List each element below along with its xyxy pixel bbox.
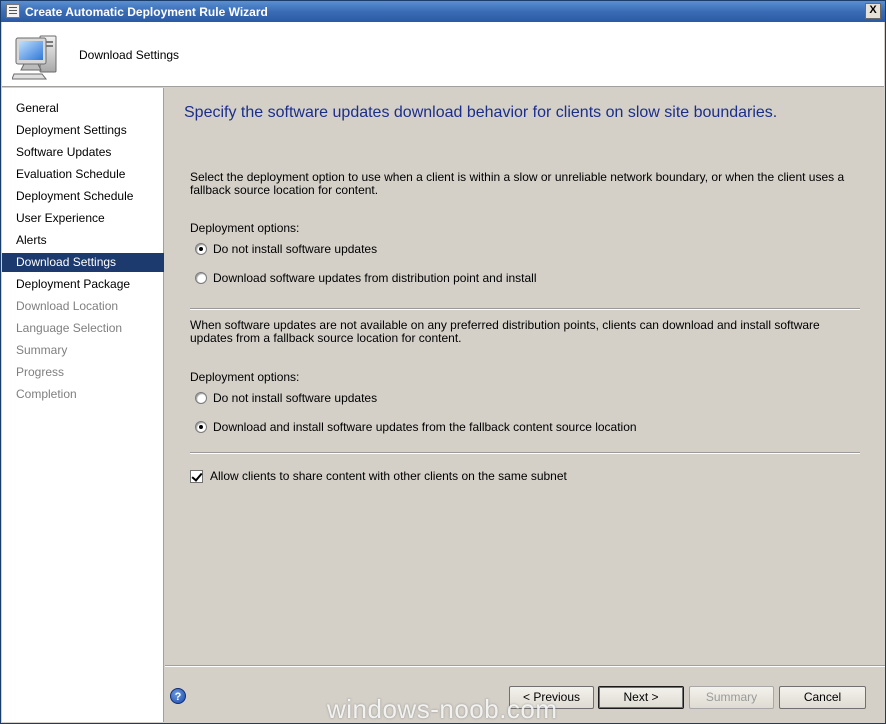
- wizard-window: Create Automatic Deployment Rule Wizard …: [0, 0, 886, 724]
- deployment-options-label-2: Deployment options:: [190, 370, 300, 384]
- slow-boundary-description: Select the deployment option to use when…: [190, 170, 845, 197]
- section-divider: [190, 308, 860, 310]
- radio-button[interactable]: [195, 272, 207, 284]
- wizard-content: Specify the software updates download be…: [165, 88, 885, 666]
- step-summary: Summary: [16, 343, 68, 357]
- radio-label: Do not install software updates: [213, 242, 378, 256]
- step-progress: Progress: [16, 365, 65, 379]
- computer-icon: [12, 35, 57, 80]
- step-software-updates[interactable]: Software Updates: [2, 143, 164, 162]
- radio-label: Download and install software updates fr…: [213, 420, 637, 434]
- cancel-button[interactable]: Cancel: [779, 686, 866, 709]
- page-header-title: Download Settings: [79, 48, 180, 62]
- next-button[interactable]: Next >: [598, 686, 684, 709]
- step-deployment-package[interactable]: Deployment Package: [2, 275, 164, 294]
- title-bar[interactable]: Create Automatic Deployment Rule Wizard …: [1, 1, 885, 22]
- wizard-app-icon: [6, 4, 20, 18]
- summary-button: Summary: [689, 686, 774, 709]
- wizard-step-list: General Deployment Settings Software Upd…: [2, 88, 164, 722]
- fallback-description: When software updates are not available …: [190, 318, 820, 345]
- radio-button[interactable]: [195, 392, 207, 404]
- share-content-checkbox[interactable]: [190, 470, 203, 483]
- radio-label: Download software updates from distribut…: [213, 271, 537, 285]
- step-download-location: Download Location: [16, 299, 119, 313]
- step-language-selection: Language Selection: [16, 321, 123, 335]
- step-alerts[interactable]: Alerts: [2, 231, 164, 250]
- step-completion: Completion: [16, 387, 77, 401]
- radio-button[interactable]: [195, 243, 207, 255]
- radio-label: Do not install software updates: [213, 391, 378, 405]
- page-heading: Specify the software updates download be…: [184, 104, 778, 121]
- close-button[interactable]: X: [865, 3, 881, 19]
- section-divider: [190, 452, 860, 454]
- window-title: Create Automatic Deployment Rule Wizard: [25, 5, 268, 19]
- help-icon[interactable]: ?: [170, 688, 186, 704]
- checkbox-label: Allow clients to share content with othe…: [210, 469, 567, 483]
- wizard-header: Download Settings: [2, 22, 884, 87]
- step-deployment-settings[interactable]: Deployment Settings: [2, 121, 164, 140]
- step-download-settings[interactable]: Download Settings: [2, 253, 164, 272]
- step-deployment-schedule[interactable]: Deployment Schedule: [2, 187, 164, 206]
- step-evaluation-schedule[interactable]: Evaluation Schedule: [2, 165, 164, 184]
- radio-button[interactable]: [195, 421, 207, 433]
- step-general[interactable]: General: [2, 99, 164, 118]
- step-user-experience[interactable]: User Experience: [2, 209, 164, 228]
- deployment-options-label-1: Deployment options:: [190, 221, 300, 235]
- watermark-text: windows-noob.com: [327, 694, 558, 724]
